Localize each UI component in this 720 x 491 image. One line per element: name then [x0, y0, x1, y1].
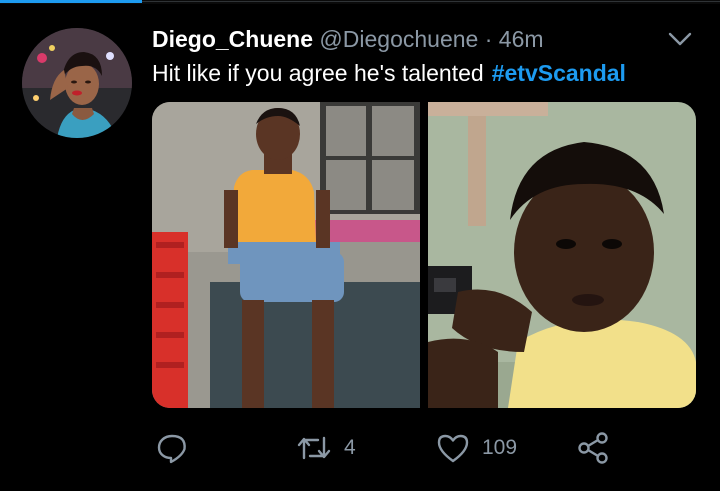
- media-image-right[interactable]: [428, 102, 696, 408]
- tweet-text: Hit like if you agree he's talented #etvS…: [152, 60, 700, 87]
- like-button[interactable]: 109: [436, 428, 517, 468]
- retweet-icon: [297, 436, 331, 460]
- timestamp[interactable]: 46m: [499, 26, 544, 52]
- display-name[interactable]: Diego_Chuene: [152, 26, 313, 52]
- share-icon: [578, 432, 608, 464]
- reply-icon: [157, 434, 186, 464]
- retweet-button[interactable]: 4: [296, 428, 356, 468]
- divider-line: [142, 1, 720, 2]
- like-icon: [437, 434, 469, 463]
- media-image-left[interactable]: [152, 102, 420, 408]
- tweet-header: Diego_Chuene @Diegochuene · 46m: [152, 26, 660, 53]
- tab-indicator: [0, 0, 142, 3]
- like-count: 109: [482, 436, 518, 459]
- media-grid: [152, 102, 696, 408]
- tweet-body: Hit like if you agree he's talented: [152, 60, 484, 86]
- reply-button[interactable]: [156, 428, 188, 468]
- retweet-count: 4: [344, 436, 356, 459]
- share-button[interactable]: [576, 428, 610, 468]
- tweet-actions: 4 109: [0, 428, 720, 468]
- chevron-down-icon[interactable]: [666, 28, 694, 50]
- hashtag-link[interactable]: #etvScandal: [492, 60, 626, 86]
- separator: ·: [484, 26, 493, 52]
- top-divider: [0, 0, 720, 4]
- user-handle[interactable]: @Diegochuene: [319, 26, 478, 52]
- avatar[interactable]: [22, 28, 132, 138]
